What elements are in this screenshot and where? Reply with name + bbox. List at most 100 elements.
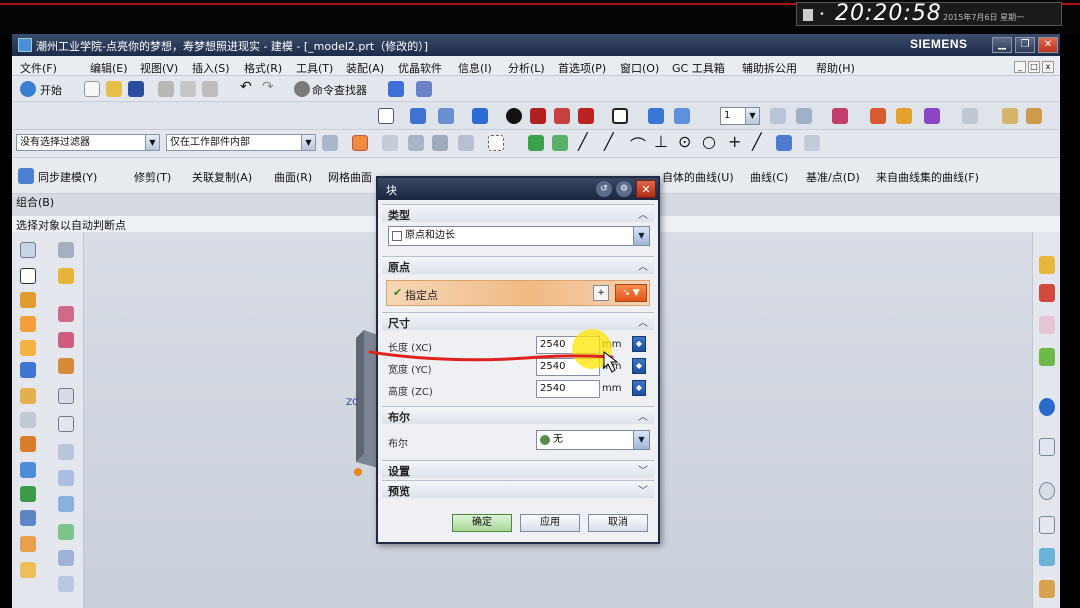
height-input[interactable]: 2540 xyxy=(536,380,600,398)
point-dialog-icon[interactable]: + xyxy=(593,285,609,301)
height-options-button[interactable]: ◆ xyxy=(632,380,646,396)
section-boolean[interactable]: 布尔 ︿ xyxy=(382,406,654,424)
slash-icon[interactable]: ╱ xyxy=(752,132,762,151)
length-input[interactable]: 2540 xyxy=(536,336,600,354)
chevron-up-icon[interactable]: ︿ xyxy=(638,314,648,329)
link-icon[interactable] xyxy=(458,135,474,151)
chevron-down-icon[interactable]: ▼ xyxy=(145,135,159,150)
menu-analysis[interactable]: 分析(L) xyxy=(508,60,545,76)
settings-icon[interactable]: ⚙ xyxy=(616,181,632,197)
menu-info[interactable]: 信息(I) xyxy=(458,60,492,76)
width-options-button[interactable]: ◆ xyxy=(632,358,646,374)
emboss-icon[interactable] xyxy=(20,562,36,578)
save-icon[interactable] xyxy=(128,81,144,97)
inferred-point-dropdown[interactable]: ↘ ▼ xyxy=(615,284,647,302)
menu-tools[interactable]: 工具(T) xyxy=(296,60,333,76)
menu-insert[interactable]: 插入(S) xyxy=(192,60,230,76)
history-icon[interactable] xyxy=(1039,438,1055,456)
mdi-close-icon[interactable]: x xyxy=(1042,61,1054,73)
chevron-down-icon[interactable]: ﹀ xyxy=(638,482,648,497)
shaded-icon[interactable] xyxy=(506,108,522,124)
point-set-icon[interactable] xyxy=(58,242,74,258)
paste-icon[interactable] xyxy=(202,81,218,97)
replace-face-icon[interactable] xyxy=(20,510,36,526)
shell-icon[interactable] xyxy=(58,388,74,404)
open-folder-icon[interactable] xyxy=(106,81,122,97)
tangent-icon[interactable]: ⊥ xyxy=(654,132,668,151)
background-icon[interactable] xyxy=(612,108,628,124)
material-icon[interactable] xyxy=(578,108,594,124)
draft-icon[interactable] xyxy=(58,416,74,432)
pencil-icon[interactable] xyxy=(1026,108,1042,124)
extrude-icon[interactable] xyxy=(20,292,36,308)
chevron-up-icon[interactable]: ︿ xyxy=(638,408,648,423)
roles-icon[interactable] xyxy=(1039,580,1055,598)
circle-icon[interactable]: ○ xyxy=(702,132,716,151)
close-button[interactable]: ✕ xyxy=(1038,37,1058,53)
dialog-close-button[interactable]: ✕ xyxy=(636,180,656,198)
analysis-icon[interactable] xyxy=(896,108,912,124)
fit-view-icon[interactable] xyxy=(378,108,394,124)
search-icon[interactable] xyxy=(962,108,978,124)
selection-scope-combo[interactable]: 仅在工作部件内部 ▼ xyxy=(166,134,316,151)
scale-icon[interactable] xyxy=(20,536,36,552)
feature-mesh-surface[interactable]: 网格曲面 xyxy=(328,169,374,185)
minimize-button[interactable]: ▁ xyxy=(992,37,1012,53)
visible-layers-icon[interactable] xyxy=(796,108,812,124)
select-icon[interactable] xyxy=(382,135,398,151)
copy-icon[interactable] xyxy=(180,81,196,97)
layer-settings-icon[interactable] xyxy=(770,108,786,124)
cancel-button[interactable]: 取消 xyxy=(588,514,648,532)
pattern-icon[interactable] xyxy=(20,436,36,452)
feature-curves-from-body[interactable]: 自体的曲线(U) xyxy=(662,169,734,185)
chevron-down-icon[interactable]: ▼ xyxy=(633,431,649,449)
snap-point-icon[interactable] xyxy=(352,135,368,151)
mirror-icon[interactable] xyxy=(58,444,74,460)
box-select-icon[interactable] xyxy=(408,135,424,151)
reuse-library-icon[interactable] xyxy=(1039,348,1055,366)
part-nav-icon[interactable] xyxy=(1039,316,1055,334)
selection-filter-combo[interactable]: 没有选择过滤器 ▼ xyxy=(16,134,160,151)
chevron-down-icon[interactable]: ▼ xyxy=(633,227,649,245)
type-select[interactable]: 原点和边长 ▼ xyxy=(388,226,650,246)
feature-assoc-copy[interactable]: 关联复制(A) xyxy=(192,169,252,185)
feature-datum-point[interactable]: 基准/点(D) xyxy=(806,169,860,185)
snap-end-icon[interactable] xyxy=(528,135,544,151)
process-studio-icon[interactable] xyxy=(1039,548,1055,566)
reset-icon[interactable]: ↺ xyxy=(596,181,612,197)
apply-button[interactable]: 应用 xyxy=(520,514,580,532)
menu-plugin[interactable]: 优晶软件 xyxy=(398,60,442,76)
menu-view[interactable]: 视图(V) xyxy=(140,60,178,76)
chevron-down-icon[interactable]: ▼ xyxy=(301,135,315,150)
menu-helper[interactable]: 辅助拆公用 xyxy=(742,60,797,76)
chevron-down-icon[interactable]: ﹀ xyxy=(638,462,648,477)
constraint-nav-icon[interactable] xyxy=(1039,284,1055,302)
menu-file[interactable]: 文件(F) xyxy=(20,60,57,76)
center-icon[interactable]: ⊙ xyxy=(678,132,691,151)
curve-icon[interactable]: ⌒ xyxy=(630,132,646,156)
rect-select-icon[interactable] xyxy=(488,135,504,151)
offset-icon[interactable] xyxy=(20,412,36,428)
cross-icon[interactable]: + xyxy=(728,132,741,151)
feature-trim[interactable]: 修剪(T) xyxy=(134,169,171,185)
sketch-icon[interactable] xyxy=(20,242,36,258)
feature-surface[interactable]: 曲面(R) xyxy=(274,169,312,185)
redo-icon[interactable]: ↷ xyxy=(262,79,274,95)
layer-icon[interactable] xyxy=(648,108,664,124)
boss-icon[interactable] xyxy=(58,332,74,348)
move-icon[interactable] xyxy=(674,108,690,124)
block-icon[interactable] xyxy=(20,362,36,378)
feature-curve[interactable]: 曲线(C) xyxy=(750,169,788,185)
system-materials-icon[interactable] xyxy=(1039,516,1055,534)
hole-icon[interactable] xyxy=(58,306,74,322)
menu-assembly[interactable]: 装配(A) xyxy=(346,60,384,76)
restore-button[interactable]: ❐ xyxy=(1015,37,1035,53)
section-icon[interactable] xyxy=(530,108,546,124)
grid-icon[interactable] xyxy=(804,135,820,151)
view-cube-icon[interactable] xyxy=(472,108,488,124)
length-options-button[interactable]: ◆ xyxy=(632,336,646,352)
new-file-icon[interactable] xyxy=(84,81,100,97)
feature-sync[interactable]: 同步建模(Y) xyxy=(38,169,97,185)
patch-icon[interactable] xyxy=(58,524,74,540)
clock-icon[interactable] xyxy=(1039,482,1055,500)
